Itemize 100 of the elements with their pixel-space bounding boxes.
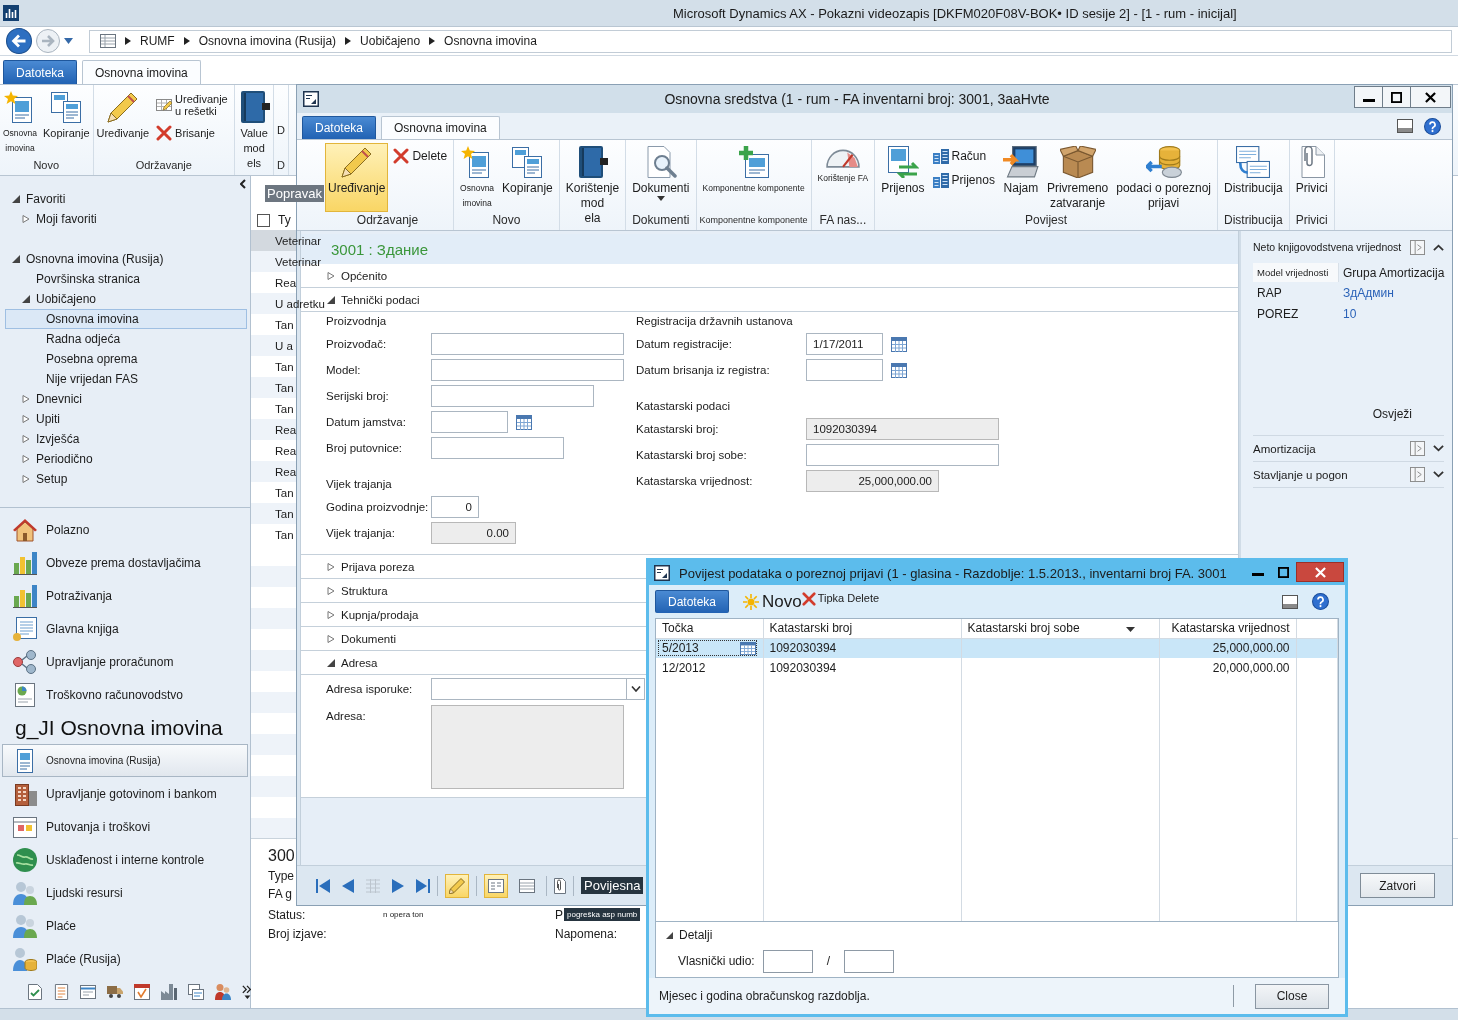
number-field[interactable]: 0: [431, 496, 479, 518]
people-icon[interactable]: [215, 983, 231, 1000]
tree-item[interactable]: Uobičajeno: [5, 289, 247, 309]
chevron-down-icon[interactable]: [1433, 445, 1444, 452]
module-button[interactable]: Osnovna imovina (Rusija): [2, 744, 248, 777]
collapsed-arrow-icon[interactable]: [327, 586, 335, 595]
number-field[interactable]: 0.00: [431, 522, 516, 544]
tree-item[interactable]: Nije vrijedan FAS: [5, 369, 247, 389]
breadcrumb-link[interactable]: Osnovna imovina (Rusija): [198, 34, 337, 48]
factbox-title[interactable]: Stavljanje u pogon: [1253, 468, 1402, 481]
truck-icon[interactable]: [107, 985, 123, 998]
new-button[interactable]: Novo: [743, 591, 802, 612]
ribbon-button[interactable]: D: [275, 88, 288, 139]
factbox-title[interactable]: Amortizacija: [1253, 442, 1402, 455]
file-tab[interactable]: Datoteka: [302, 116, 377, 139]
value-link[interactable]: 10: [1339, 306, 1357, 321]
module-button[interactable]: Troškovno računovodstvo: [2, 678, 248, 711]
section-title[interactable]: Tehnički podaci: [341, 293, 420, 306]
module-button[interactable]: Obveze prema dostavljačima: [2, 546, 248, 579]
expanded-arrow-icon[interactable]: [327, 658, 335, 667]
input-field[interactable]: [762, 949, 813, 973]
expanded-arrow-icon[interactable]: [22, 295, 30, 303]
ribbon-button[interactable]: Privremeno zatvaranje: [1043, 143, 1112, 212]
collapsed-arrow-icon[interactable]: [327, 562, 335, 571]
section-title[interactable]: Općenito: [341, 269, 388, 282]
tree-item[interactable]: Radna odjeća: [5, 329, 247, 349]
collapsed-arrow-icon[interactable]: [22, 455, 30, 463]
ribbon-button[interactable]: Komponentne komponente: [699, 143, 808, 197]
date-field[interactable]: [431, 411, 508, 433]
section-title[interactable]: Prijava poreza: [341, 560, 415, 573]
expanded-arrow-icon[interactable]: [666, 931, 673, 939]
first-record-icon[interactable]: [316, 878, 330, 893]
ribbon-button[interactable]: Prijenos: [878, 143, 928, 197]
module-button[interactable]: Potraživanja: [2, 579, 248, 612]
grid-row[interactable]: 12/2012 1092030394 20,000,000.00: [656, 658, 1338, 678]
tree-item[interactable]: Površinska stranica: [5, 269, 247, 289]
column-header[interactable]: Katastarska vrijednost: [1159, 619, 1296, 638]
minimize-button[interactable]: [1354, 86, 1383, 108]
tree-item[interactable]: Periodično: [5, 449, 247, 469]
factbox-icon[interactable]: [1410, 239, 1425, 255]
column-header[interactable]: Katastarski broj sobe: [961, 619, 1159, 638]
module-button[interactable]: Usklađenost i interne kontrole: [2, 843, 248, 876]
ribbon-button[interactable]: Value mod els: [236, 88, 273, 172]
factory-icon[interactable]: [161, 983, 177, 1000]
input-field[interactable]: [806, 444, 999, 466]
edit-button[interactable]: [445, 873, 469, 898]
expanded-arrow-icon[interactable]: [12, 255, 20, 263]
ribbon-button[interactable]: Korištenje FA: [814, 143, 872, 187]
ribbon-button[interactable]: Uređivanje: [325, 143, 389, 212]
documents-icon[interactable]: [188, 983, 204, 1000]
ribbon-button[interactable]: Najam: [999, 143, 1042, 197]
section-title[interactable]: Struktura: [341, 584, 388, 597]
ribbon-button[interactable]: Račun: [929, 146, 998, 166]
file-tab[interactable]: Datoteka: [3, 60, 78, 84]
close-button[interactable]: Zatvori: [1360, 873, 1435, 898]
form-view-button[interactable]: [484, 873, 508, 898]
date-field[interactable]: [806, 359, 883, 381]
help-icon[interactable]: [1424, 117, 1441, 135]
window-icon[interactable]: [80, 984, 96, 999]
ribbon-button[interactable]: Privici: [1292, 143, 1331, 197]
close-button[interactable]: [1410, 86, 1451, 108]
column-header[interactable]: Točka: [656, 619, 763, 638]
input-field[interactable]: [431, 385, 594, 407]
document-icon[interactable]: [54, 983, 69, 1000]
file-tab[interactable]: Datoteka: [655, 590, 730, 613]
ribbon-button[interactable]: Osnovna imovina: [457, 143, 498, 212]
collapsed-arrow-icon[interactable]: [22, 475, 30, 483]
column-header[interactable]: Model vrijednosti: [1253, 263, 1339, 282]
calendar-icon[interactable]: [134, 983, 150, 1000]
previous-record-icon[interactable]: [342, 878, 354, 893]
ribbon-button[interactable]: Kopiranje: [499, 143, 556, 197]
module-button[interactable]: Putovanja i troškovi: [2, 810, 248, 843]
maximize-button[interactable]: [1382, 86, 1411, 108]
module-button[interactable]: Plaće: [2, 909, 248, 942]
sort-arrow-icon[interactable]: [1125, 626, 1135, 632]
collapsed-arrow-icon[interactable]: [22, 395, 30, 403]
close-button[interactable]: Close: [1255, 983, 1329, 1009]
module-button[interactable]: Plaće (Rusija): [2, 942, 248, 975]
breadcrumb-link[interactable]: Osnovna imovina: [444, 34, 537, 48]
input-field[interactable]: 1092030394: [806, 418, 999, 440]
document-check-icon[interactable]: [27, 983, 43, 1000]
input-field[interactable]: [431, 437, 564, 459]
list-row[interactable]: U a: [251, 335, 296, 356]
breadcrumb-link[interactable]: Uobičajeno: [360, 34, 421, 48]
checkbox[interactable]: [257, 213, 270, 227]
tree-item[interactable]: Upiti: [5, 409, 247, 429]
ribbon-button[interactable]: podaci o poreznoj prijavi: [1113, 143, 1214, 212]
ribbon-button[interactable]: Distribucija: [1221, 143, 1286, 197]
collapsed-arrow-icon[interactable]: [22, 415, 30, 423]
help-icon[interactable]: [1312, 593, 1329, 610]
double-chevron-icon[interactable]: [242, 984, 252, 999]
address-field[interactable]: RUMF Osnovna imovina (Rusija) Uobičajeno Osnovna imovina: [89, 29, 1452, 53]
breadcrumb-link[interactable]: RUMF: [140, 34, 175, 48]
ribbon-button[interactable]: Uređivanje: [94, 88, 152, 142]
value-link[interactable]: ЗдАдмин: [1339, 285, 1394, 300]
chevron-up-icon[interactable]: [1433, 243, 1444, 251]
back-icon[interactable]: [6, 28, 32, 54]
ribbon-button[interactable]: Dokumenti: [629, 143, 693, 205]
collapsed-arrow-icon[interactable]: [327, 271, 335, 280]
calendar-icon[interactable]: [891, 336, 907, 352]
